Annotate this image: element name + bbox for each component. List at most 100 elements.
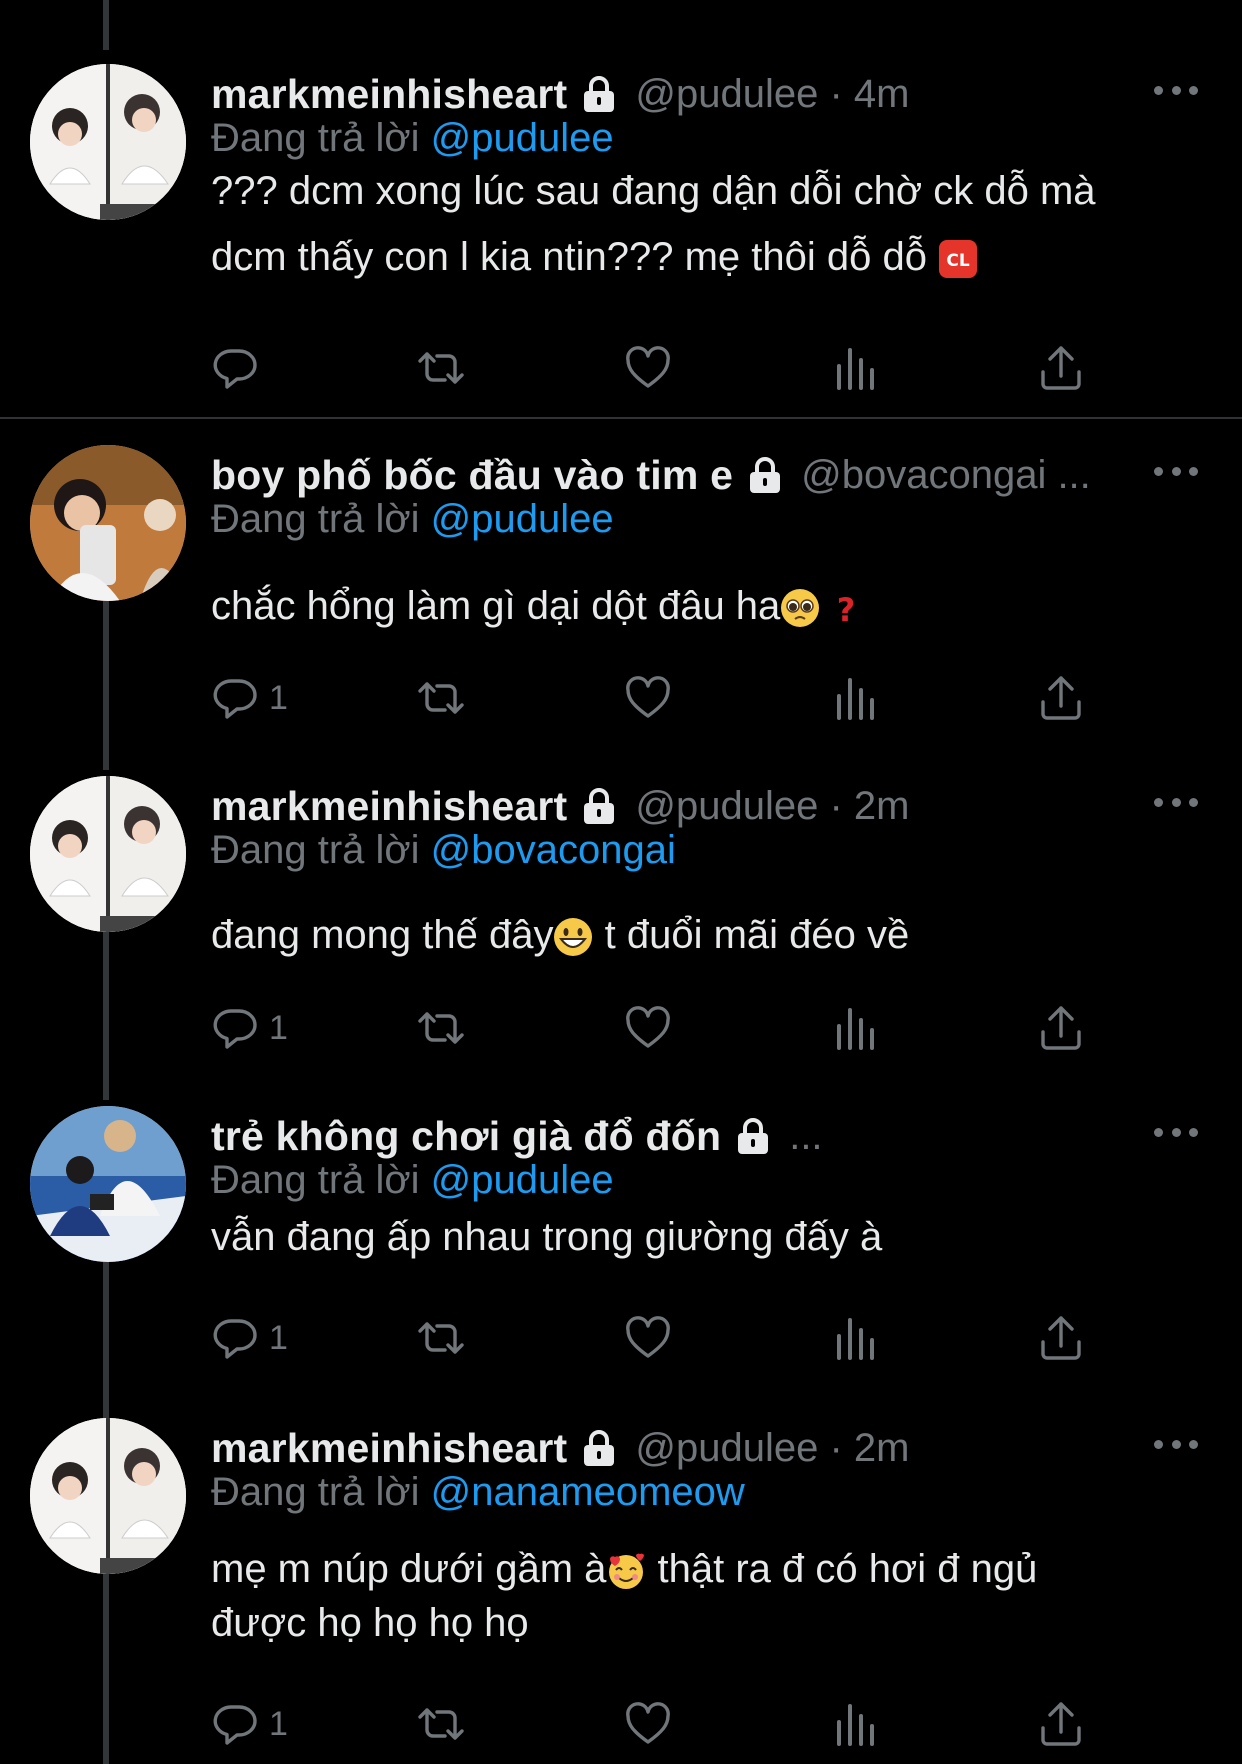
smiling-face-with-hearts-icon (609, 1554, 645, 1590)
mention-link[interactable]: @bovacongai (431, 828, 676, 872)
tweet-header: markmeinhisheart @pudulee · 4m (211, 64, 910, 124)
cl-button-icon: CL (939, 240, 978, 279)
tweet-text: ??? dcm xong lúc sau đang dận dỗi chờ ck… (211, 158, 1191, 290)
tweet-header: markmeinhisheart @pudulee · 2m (211, 1418, 910, 1478)
more-icon[interactable] (1154, 451, 1198, 491)
replying-to-label: Đang trả lời (211, 116, 420, 160)
share-icon (1037, 1004, 1085, 1052)
replying-to-label: Đang trả lời (211, 828, 420, 872)
handle[interactable]: @pudulee (635, 784, 818, 829)
reply-icon (211, 1004, 259, 1052)
share-button[interactable] (1037, 998, 1085, 1058)
more-icon[interactable] (1154, 1424, 1198, 1464)
more-icon[interactable] (1154, 782, 1198, 822)
svg-text:?: ? (837, 591, 856, 628)
views-icon (831, 344, 879, 392)
reply-count: 1 (269, 1008, 288, 1047)
grinning-face-icon (554, 918, 593, 957)
question-mark-icon: ? (837, 591, 856, 628)
replying-to: Đang trả lời @nanameomeow (211, 1470, 745, 1515)
views-button[interactable] (831, 338, 879, 398)
mention-link[interactable]: @pudulee (431, 116, 614, 160)
reply-icon (211, 674, 259, 722)
retweet-icon (417, 1004, 465, 1052)
share-icon (1037, 674, 1085, 722)
handle[interactable]: @bovacongai ... (801, 453, 1091, 498)
reply-count: 1 (269, 678, 288, 717)
like-button[interactable] (624, 1308, 672, 1368)
timestamp[interactable]: 2m (854, 1426, 910, 1471)
reply-count: 1 (269, 1318, 288, 1357)
tweet-text-part: đang mong thế đây (211, 913, 554, 957)
like-button[interactable] (624, 338, 672, 398)
views-icon (831, 674, 879, 722)
avatar[interactable] (30, 1418, 186, 1574)
display-name[interactable]: markmeinhisheart (211, 783, 567, 830)
tweet-header: boy phố bốc đầu vào tim e @bovacongai ..… (211, 445, 1091, 505)
like-button[interactable] (624, 998, 672, 1058)
display-name[interactable]: boy phố bốc đầu vào tim e (211, 452, 733, 499)
lock-icon (579, 786, 619, 826)
timestamp[interactable]: 2m (854, 784, 910, 829)
share-button[interactable] (1037, 1308, 1085, 1368)
separator-dot: · (818, 783, 854, 828)
share-button[interactable] (1037, 338, 1085, 398)
like-button[interactable] (624, 1694, 672, 1754)
timestamp[interactable]: 4m (854, 72, 910, 117)
reply-button[interactable]: 1 (211, 1308, 288, 1368)
handle[interactable]: @pudulee (635, 72, 818, 117)
handle[interactable]: ... (789, 1114, 822, 1159)
tweet-text-part: mẹ m núp dưới gầm à (211, 1547, 607, 1591)
display-name[interactable]: trẻ không chơi già đổ đốn (211, 1113, 721, 1160)
tweet-text: đang mong thế đây t đuổi mãi đéo về (211, 902, 1191, 968)
tweet-text-part: t đuổi mãi đéo về (593, 913, 910, 957)
reply-button[interactable]: 1 (211, 998, 288, 1058)
views-icon (831, 1314, 879, 1362)
like-button[interactable] (624, 668, 672, 728)
retweet-button[interactable] (417, 1308, 465, 1368)
share-button[interactable] (1037, 1694, 1085, 1754)
reply-icon (211, 1314, 259, 1362)
like-icon (624, 344, 672, 392)
retweet-button[interactable] (417, 1694, 465, 1754)
share-icon (1037, 344, 1085, 392)
lock-icon (579, 74, 619, 114)
views-button[interactable] (831, 998, 879, 1058)
retweet-button[interactable] (417, 998, 465, 1058)
lock-icon (579, 1428, 619, 1468)
replying-to: Đang trả lời @pudulee (211, 1158, 614, 1203)
avatar[interactable] (30, 64, 186, 220)
views-button[interactable] (831, 1694, 879, 1754)
reply-button[interactable] (211, 338, 269, 398)
more-icon[interactable] (1154, 1112, 1198, 1152)
more-icon[interactable] (1154, 70, 1198, 110)
action-bar (211, 338, 1091, 398)
reply-button[interactable]: 1 (211, 668, 288, 728)
retweet-icon (417, 1314, 465, 1362)
avatar[interactable] (30, 445, 186, 601)
views-icon (831, 1700, 879, 1748)
mention-link[interactable]: @pudulee (431, 497, 614, 541)
retweet-icon (417, 674, 465, 722)
avatar[interactable] (30, 776, 186, 932)
reply-button[interactable]: 1 (211, 1694, 288, 1754)
mention-link[interactable]: @pudulee (431, 1158, 614, 1202)
share-button[interactable] (1037, 668, 1085, 728)
replying-to-label: Đang trả lời (211, 1158, 420, 1202)
thread-line (103, 930, 109, 1100)
avatar[interactable] (30, 1106, 186, 1262)
retweet-icon (417, 1700, 465, 1748)
views-button[interactable] (831, 1308, 879, 1368)
display-name[interactable]: markmeinhisheart (211, 1425, 567, 1472)
views-button[interactable] (831, 668, 879, 728)
like-icon (624, 674, 672, 722)
replying-to-label: Đang trả lời (211, 1470, 420, 1514)
display-name[interactable]: markmeinhisheart (211, 71, 567, 118)
separator-dot: · (818, 71, 854, 116)
retweet-button[interactable] (417, 338, 465, 398)
tweet-header: markmeinhisheart @pudulee · 2m (211, 776, 910, 836)
handle[interactable]: @pudulee (635, 1426, 818, 1471)
retweet-button[interactable] (417, 668, 465, 728)
like-icon (624, 1700, 672, 1748)
mention-link[interactable]: @nanameomeow (431, 1470, 745, 1514)
